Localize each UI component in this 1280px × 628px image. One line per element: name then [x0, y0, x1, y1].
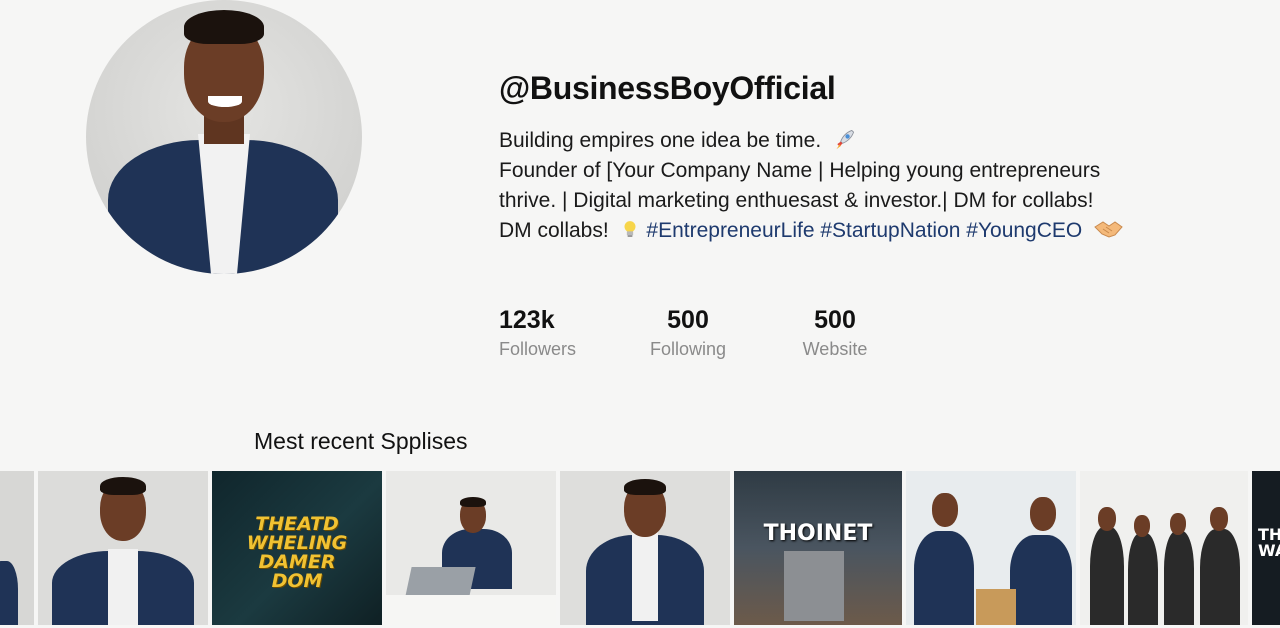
avatar-smile	[208, 96, 242, 107]
post-tile[interactable]: THEATD WHELING DAMER DOM	[212, 471, 382, 625]
post-head	[1170, 513, 1186, 535]
stat-followers[interactable]: 123k Followers	[499, 306, 589, 360]
lightbulb-icon	[624, 221, 636, 237]
bio-line-3: thrive. | Digital marketing enthuesast &…	[499, 189, 1094, 212]
post-suit	[1200, 529, 1240, 625]
recent-posts-grid: THEATD WHELING DAMER DOM THOINET TH W	[0, 468, 1280, 628]
following-label: Following	[649, 339, 727, 359]
bio-hashtags[interactable]: #EntrepreneurLife #StartupNation #YoungC…	[646, 219, 1082, 242]
post-tile[interactable]: THOINET	[734, 471, 902, 625]
post-suit	[0, 561, 18, 625]
recent-section-title: Mest recent Spplises	[254, 428, 468, 454]
followers-count: 123k	[499, 306, 555, 334]
website-label: Website	[802, 339, 868, 359]
post-suit	[1010, 535, 1072, 625]
post-shirt	[108, 549, 138, 625]
bio-line-1: Building empires one idea be time.	[499, 126, 1199, 156]
profile-bio: Building empires one idea be time. Found…	[499, 126, 1199, 246]
post-suit	[1090, 527, 1124, 625]
bio-line-4: DM collabs! #EntrepreneurLife #StartupNa…	[499, 216, 1199, 246]
post-suit	[914, 531, 974, 625]
post-title-text: THEATD WHELING DAMER DOM	[246, 513, 348, 592]
post-tile[interactable]	[1080, 471, 1248, 625]
desk	[386, 595, 556, 625]
post-suit	[1164, 531, 1194, 625]
bio-line-2: Founder of [Your Company Name | Helping …	[499, 159, 1101, 182]
bio-text-4: DM collabs!	[499, 219, 609, 242]
post-head	[932, 493, 958, 527]
table	[976, 589, 1016, 625]
magazine	[784, 551, 844, 621]
post-head	[1098, 507, 1116, 531]
post-head	[1134, 515, 1150, 537]
post-hair	[100, 477, 146, 495]
profile-username: @BusinessBoyOfficial	[499, 70, 836, 106]
followers-label: Followers	[499, 339, 577, 359]
post-hair	[460, 497, 486, 507]
post-tile[interactable]	[386, 471, 556, 625]
following-count: 500	[667, 306, 709, 334]
post-title-text: TH WA	[1258, 525, 1280, 560]
profile-avatar[interactable]	[86, 0, 362, 274]
rocket-icon	[836, 129, 855, 150]
post-tile[interactable]	[560, 471, 730, 625]
post-title-text: THOINET	[763, 521, 873, 546]
post-suit	[1128, 533, 1158, 625]
stat-following[interactable]: 500 Following	[638, 306, 738, 360]
post-hair	[624, 479, 666, 495]
bio-text-1: Building empires one idea be time.	[499, 129, 822, 152]
post-head	[1210, 507, 1228, 531]
post-tile[interactable]: TH WA	[1252, 471, 1280, 625]
post-tile[interactable]	[38, 471, 208, 625]
post-shirt	[632, 531, 658, 621]
handshake-icon	[1094, 221, 1123, 238]
post-head	[1030, 497, 1056, 531]
post-tile[interactable]	[906, 471, 1076, 625]
website-count: 500	[814, 306, 856, 334]
stat-website[interactable]: 500 Website	[790, 306, 880, 360]
post-tile[interactable]	[0, 471, 34, 625]
avatar-hair	[184, 10, 264, 44]
